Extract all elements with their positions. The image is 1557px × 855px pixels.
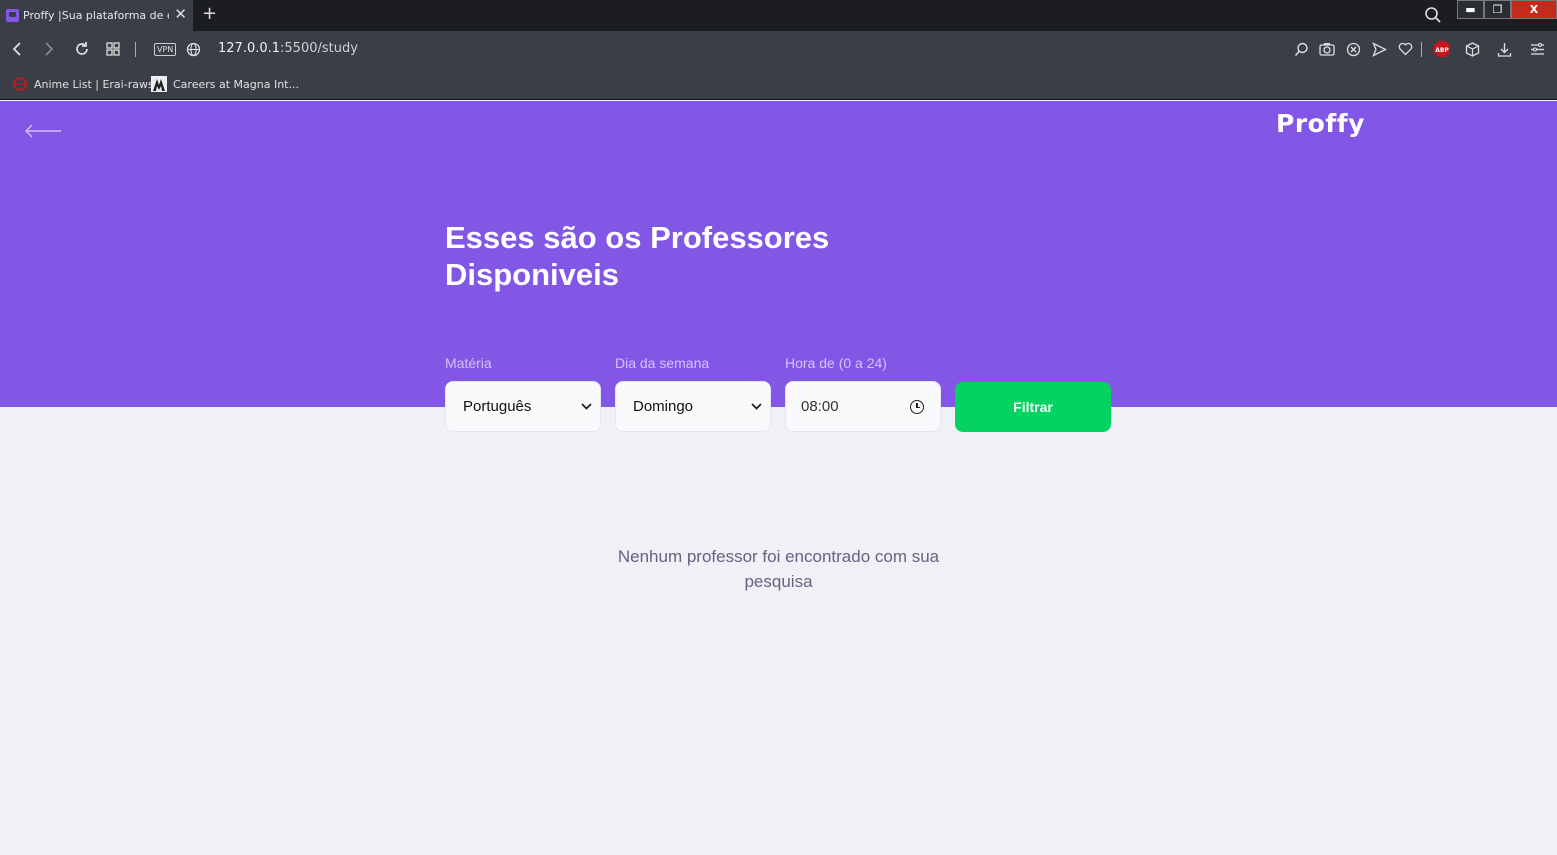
url-path: :5500/study <box>280 41 358 56</box>
vpn-badge[interactable]: VPN <box>154 43 177 56</box>
url-host: 127.0.0.1 <box>218 41 281 56</box>
erai-raws-icon <box>13 77 27 91</box>
url-field[interactable]: 127.0.0.1:5500/study <box>218 41 358 56</box>
chevron-down-icon <box>581 403 592 410</box>
restore-button[interactable]: ❐ <box>1484 0 1511 19</box>
bookmark-label: Anime List | Erai-raws <box>34 77 154 91</box>
globe-icon[interactable] <box>183 39 203 59</box>
reload-icon[interactable] <box>72 39 92 59</box>
bookmark-label: Careers at Magna Int... <box>173 77 299 91</box>
proffy-logo: Proffy <box>1276 109 1365 138</box>
camera-icon[interactable] <box>1317 39 1337 59</box>
page-title-line2: Disponiveis <box>445 257 619 292</box>
chevron-down-icon <box>751 403 762 410</box>
extension-cube-icon[interactable] <box>1462 39 1482 59</box>
download-icon[interactable] <box>1494 39 1514 59</box>
bookmark-anime-list[interactable]: Anime List | Erai-raws <box>12 76 154 92</box>
weekday-select[interactable]: Domingo <box>615 381 771 432</box>
clock-icon[interactable] <box>910 399 924 414</box>
send-icon[interactable] <box>1369 39 1389 59</box>
minimize-button[interactable]: ▬ <box>1457 0 1484 19</box>
toolbar-divider <box>135 42 136 57</box>
svg-text:ABP: ABP <box>1435 47 1449 54</box>
tracker-block-icon[interactable] <box>1343 39 1363 59</box>
back-icon[interactable] <box>7 39 27 59</box>
subject-label: Matéria <box>445 355 492 371</box>
adblock-plus-icon[interactable]: ABP <box>1432 39 1452 59</box>
weekday-label: Dia da semana <box>615 355 710 371</box>
filter-button[interactable]: Filtrar <box>955 382 1111 432</box>
tab-title: Proffy |Sua plataforma de est <box>23 9 169 22</box>
easy-setup-icon[interactable] <box>1527 39 1547 59</box>
forward-icon[interactable] <box>39 39 59 59</box>
speed-dial-icon[interactable] <box>103 39 123 59</box>
bookmark-careers-magna[interactable]: Careers at Magna Int... <box>151 76 299 92</box>
browser-tab-active[interactable]: Proffy |Sua plataforma de est ✕ <box>0 0 193 31</box>
page-title: Esses são os Professores Disponiveis <box>445 219 905 293</box>
tab-close-icon[interactable]: ✕ <box>174 7 187 22</box>
page-title-line1: Esses são os Professores <box>445 220 830 255</box>
empty-results-message: Nenhum professor foi encontrado com sua … <box>617 547 940 591</box>
window-controls: ▬ ❐ X <box>1457 0 1557 20</box>
study-page: Proffy Esses são os Professores Disponiv… <box>0 101 1557 855</box>
browser-tab-bar: Proffy |Sua plataforma de est ✕ + ▬ ❐ X <box>0 0 1557 31</box>
subject-select[interactable]: Português <box>445 381 601 432</box>
time-value: 08:00 <box>801 398 839 415</box>
time-input[interactable]: 08:00 <box>785 381 941 432</box>
tab-search-icon[interactable] <box>1424 6 1442 24</box>
window-close-button[interactable]: X <box>1511 0 1557 19</box>
bookmarks-bar: Anime List | Erai-raws Careers at Magna … <box>0 68 1557 100</box>
zoom-search-icon[interactable] <box>1291 39 1311 59</box>
magna-icon <box>151 76 167 92</box>
time-label: Hora de (0 a 24) <box>785 355 887 371</box>
browser-address-bar: VPN 127.0.0.1:5500/study ABP <box>0 31 1557 68</box>
weekday-selected-value: Domingo <box>633 398 694 415</box>
toolbar-divider-2 <box>1421 42 1422 57</box>
heart-icon[interactable] <box>1395 39 1415 59</box>
proffy-favicon-icon <box>6 9 19 22</box>
page-header: Proffy Esses são os Professores Disponiv… <box>0 101 1557 407</box>
back-arrow-icon[interactable] <box>24 123 62 139</box>
subject-selected-value: Português <box>463 398 532 415</box>
new-tab-button[interactable]: + <box>202 5 217 23</box>
